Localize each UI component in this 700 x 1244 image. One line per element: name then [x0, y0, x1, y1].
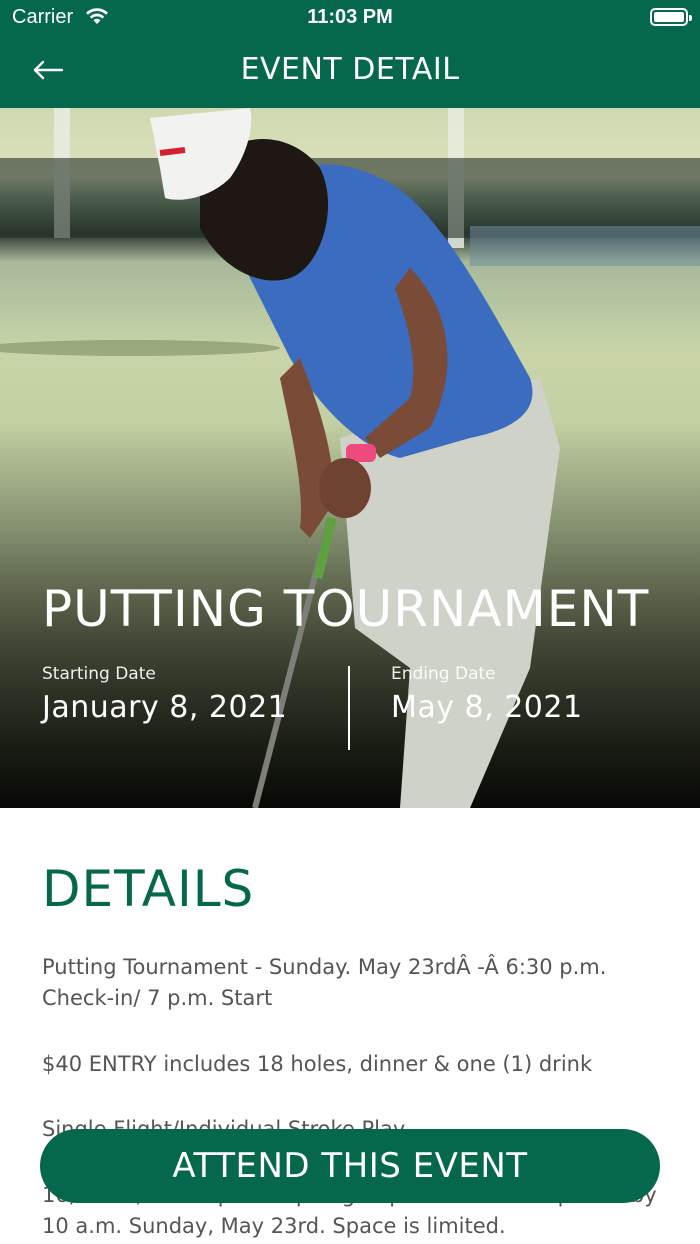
event-title: PUTTING TOURNAMENT	[42, 580, 650, 638]
start-date-block: Starting Date January 8, 2021	[42, 664, 287, 725]
end-date-value: May 8, 2021	[391, 690, 583, 725]
clock: 11:03 PM	[307, 6, 393, 28]
battery-icon	[650, 8, 692, 26]
date-divider	[348, 666, 350, 750]
details-heading: DETAILS	[42, 860, 255, 918]
start-date-value: January 8, 2021	[42, 690, 288, 725]
details-paragraph: $40 ENTRY includes 18 holes, dinner & on…	[42, 1052, 593, 1076]
details-paragraph: Putting Tournament - Sunday. May 23rdÂ -…	[42, 955, 607, 1010]
end-date-block: Ending Date May 8, 2021	[391, 664, 583, 725]
status-bar: Carrier 11:03 PM	[0, 0, 700, 36]
end-date-label: Ending Date	[391, 664, 496, 684]
event-hero-image: PUTTING TOURNAMENT Starting Date January…	[0, 108, 700, 808]
start-date-label: Starting Date	[42, 664, 156, 684]
navigation-header: Carrier 11:03 PM EVENT DETAIL	[0, 0, 700, 108]
page-title: EVENT DETAIL	[240, 52, 460, 87]
attend-event-button[interactable]: ATTEND THIS EVENT	[40, 1129, 660, 1203]
